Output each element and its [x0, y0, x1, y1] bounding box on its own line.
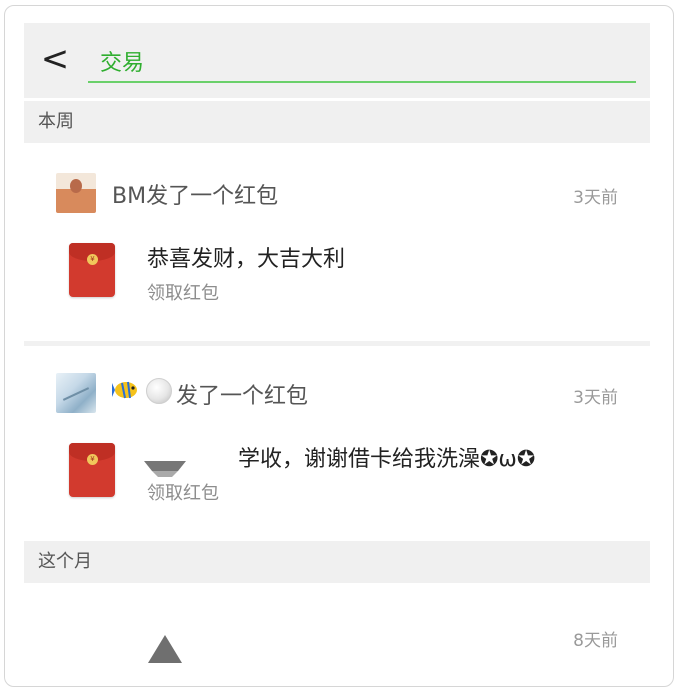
section-header-this-month: 这个月: [24, 541, 650, 583]
packet-message: 恭喜发财，大吉大利: [147, 247, 346, 272]
claim-red-packet-link[interactable]: 领取红包: [147, 479, 219, 505]
screen: < 本周 BM发了一个红包 3天前 ¥ 恭喜发财，大吉大利 领取红包 发了一个红…: [24, 23, 650, 663]
timestamp: 8天前: [573, 631, 618, 651]
search-header: <: [24, 23, 650, 98]
cursor-overlay-icon: [144, 461, 186, 477]
search-input[interactable]: [88, 43, 650, 79]
packet-message: 学收，谢谢借卡给我洗澡✪ω✪: [238, 447, 536, 472]
coin-icon: ¥: [87, 454, 98, 465]
red-packet-icon[interactable]: ¥: [69, 443, 115, 497]
avatar: [56, 173, 96, 213]
coin-icon: ¥: [87, 254, 98, 265]
ball-emoji-icon: [146, 378, 172, 404]
section-header-this-week: 本周: [24, 101, 650, 143]
back-button[interactable]: <: [40, 39, 70, 79]
claim-red-packet-link[interactable]: 领取红包: [147, 279, 219, 305]
sender-label: BM发了一个红包: [112, 184, 279, 209]
red-packet-icon[interactable]: ¥: [69, 243, 115, 297]
timestamp: 3天前: [573, 188, 618, 208]
search-bar: [88, 43, 650, 83]
sender-label: 发了一个红包: [176, 384, 309, 409]
fish-emoji-icon: [112, 381, 137, 399]
avatar: [56, 373, 96, 413]
timestamp: 3天前: [573, 388, 618, 408]
chevron-left-icon: <: [40, 39, 70, 79]
divider: [24, 341, 650, 346]
